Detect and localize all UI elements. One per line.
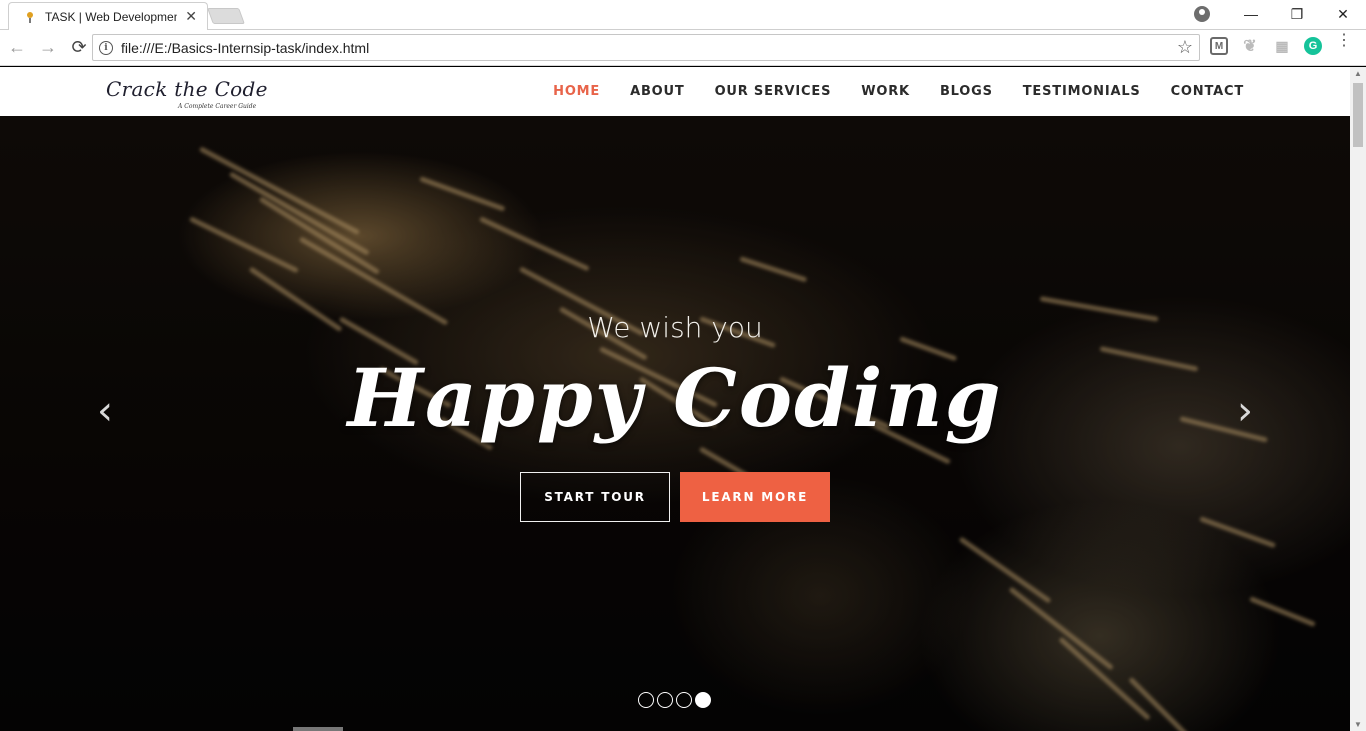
logo-text: Crack the Code: [106, 77, 268, 101]
extension-leaf-icon[interactable]: ❦: [1240, 36, 1260, 56]
slider-dot[interactable]: [676, 692, 692, 708]
logo-tagline: A Complete Career Guide: [178, 103, 257, 110]
tab-strip: TASK | Web Development ✕ — ❐ ✕: [0, 0, 1366, 30]
horizontal-scroll-indicator: [293, 727, 343, 731]
slider-dot[interactable]: [657, 692, 673, 708]
start-tour-button[interactable]: START TOUR: [520, 472, 670, 522]
browser-tab[interactable]: TASK | Web Development ✕: [8, 2, 208, 30]
restore-button[interactable]: ❐: [1274, 0, 1320, 28]
menu-item-contact[interactable]: CONTACT: [1171, 84, 1244, 99]
reload-icon[interactable]: ⟳: [65, 34, 93, 62]
close-button[interactable]: ✕: [1320, 0, 1366, 28]
hero-slider: We wish you Happy Coding START TOUR LEAR…: [0, 116, 1350, 731]
site-logo[interactable]: Crack the Code A Complete Career Guide: [106, 77, 268, 110]
extension-icons: M ❦ ▦ G: [1210, 36, 1322, 56]
favicon-icon: [23, 10, 37, 24]
new-tab-button[interactable]: [207, 8, 245, 24]
minimize-button[interactable]: —: [1228, 0, 1274, 28]
back-icon[interactable]: ←: [3, 34, 31, 62]
browser-menu-icon[interactable]: ⋮: [1336, 33, 1352, 49]
info-icon[interactable]: i: [99, 40, 113, 55]
browser-toolbar: ← → ⟳ i file:///E:/Basics-Internsip-task…: [0, 30, 1366, 66]
scroll-up-icon[interactable]: ▲: [1354, 69, 1362, 78]
slider-dots: [638, 692, 711, 708]
forward-icon[interactable]: →: [34, 34, 62, 62]
menu-item-our-services[interactable]: OUR SERVICES: [715, 84, 832, 99]
scroll-thumb[interactable]: [1353, 83, 1363, 147]
profile-icon[interactable]: [1194, 6, 1210, 22]
scroll-down-icon[interactable]: ▼: [1354, 720, 1362, 729]
hero-title: Happy Coding: [347, 351, 1003, 445]
slider-prev-arrow-icon[interactable]: ‹: [90, 388, 120, 434]
window-controls: — ❐ ✕: [1194, 0, 1366, 28]
address-bar[interactable]: i file:///E:/Basics-Internsip-task/index…: [92, 34, 1200, 61]
web-page: Crack the Code A Complete Career Guide H…: [0, 67, 1350, 731]
menu-item-home[interactable]: HOME: [553, 84, 600, 99]
extension-m-icon[interactable]: M: [1210, 37, 1228, 55]
url-text[interactable]: file:///E:/Basics-Internsip-task/index.h…: [121, 40, 369, 56]
menu-item-testimonials[interactable]: TESTIMONIALS: [1023, 84, 1141, 99]
site-navbar: Crack the Code A Complete Career Guide H…: [0, 67, 1350, 116]
extension-grid-icon[interactable]: ▦: [1272, 36, 1292, 56]
tab-close-icon[interactable]: ✕: [185, 8, 197, 25]
tab-title: TASK | Web Development: [45, 9, 178, 24]
slider-dot[interactable]: [695, 692, 711, 708]
menu-item-work[interactable]: WORK: [861, 84, 910, 99]
page-scrollbar[interactable]: ▲ ▼: [1350, 67, 1366, 731]
slider-next-arrow-icon[interactable]: ›: [1230, 388, 1260, 434]
slider-dot[interactable]: [638, 692, 654, 708]
menu-item-blogs[interactable]: BLOGS: [940, 84, 993, 99]
learn-more-button[interactable]: LEARN MORE: [680, 472, 830, 522]
menu-item-about[interactable]: ABOUT: [630, 84, 684, 99]
hero-subtitle: We wish you: [587, 311, 763, 344]
bookmark-star-icon[interactable]: ☆: [1177, 37, 1193, 58]
grammarly-icon[interactable]: G: [1304, 37, 1322, 55]
main-menu: HOME ABOUT OUR SERVICES WORK BLOGS TESTI…: [553, 67, 1244, 116]
